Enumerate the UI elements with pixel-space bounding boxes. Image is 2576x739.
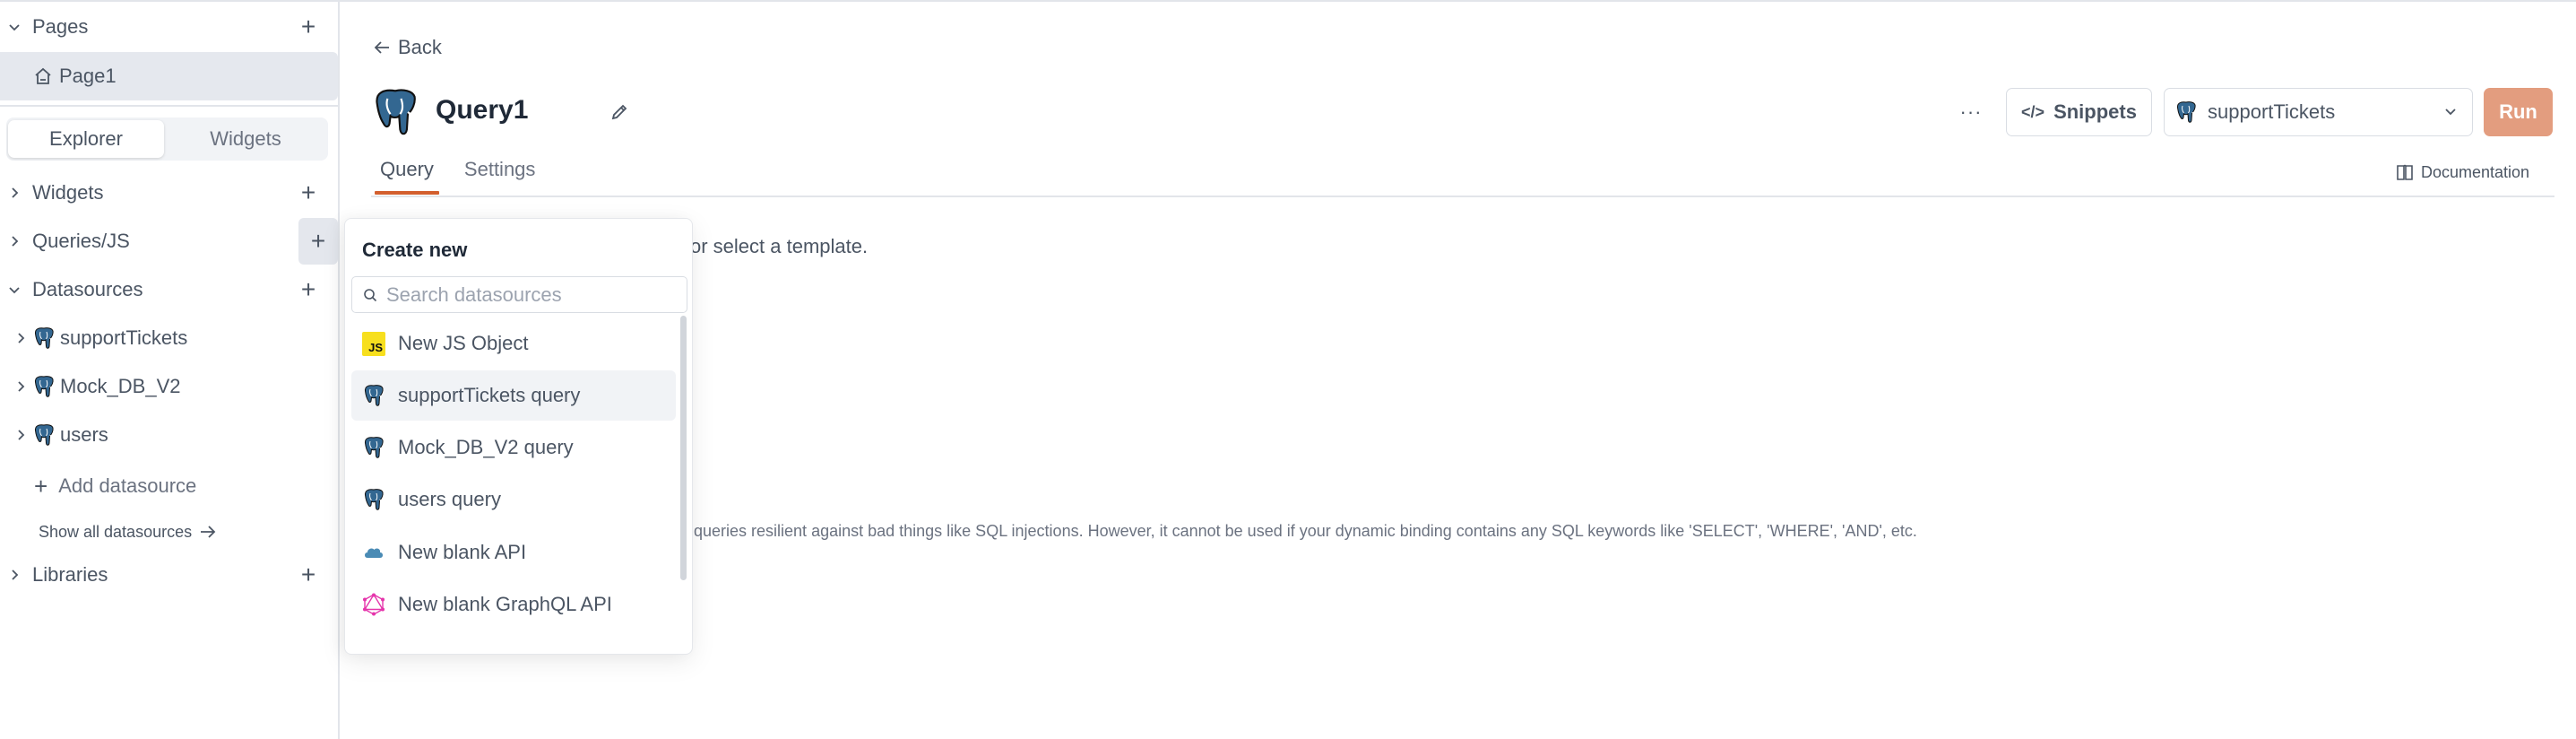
- tab-widgets[interactable]: Widgets: [164, 120, 327, 158]
- postgres-icon: [363, 488, 385, 511]
- add-datasource-label: Add datasource: [58, 474, 197, 497]
- datasource-select-value: supportTickets: [2208, 100, 2336, 123]
- postgres-icon: [371, 87, 419, 137]
- add-widget-button[interactable]: +: [290, 170, 327, 216]
- add-query-button[interactable]: +: [298, 218, 338, 265]
- postgres-icon: [2175, 100, 2197, 124]
- divider: [0, 105, 338, 107]
- tab-explorer[interactable]: Explorer: [8, 120, 164, 158]
- plus-icon: +: [34, 472, 48, 500]
- show-all-label: Show all datasources: [39, 522, 193, 541]
- query-tabs: Query Settings: [375, 152, 560, 196]
- datasource-select[interactable]: supportTickets: [2164, 88, 2473, 136]
- cloud-icon: [365, 548, 383, 558]
- explorer-widgets-toggle: Explorer Widgets: [6, 117, 328, 161]
- chevron-right-icon[interactable]: [7, 234, 22, 248]
- queries-section-header[interactable]: Queries/JS +: [0, 218, 338, 265]
- postgres-icon: [33, 423, 55, 447]
- chevron-right-icon[interactable]: [13, 428, 28, 442]
- item-label: supportTickets query: [398, 384, 581, 406]
- tabs-divider: [371, 196, 2554, 197]
- widgets-section-header[interactable]: Widgets +: [0, 170, 338, 216]
- top-border: [0, 0, 2576, 2]
- chevron-right-icon[interactable]: [13, 379, 28, 394]
- snippets-button[interactable]: </> Snippets: [2006, 88, 2152, 136]
- item-label: users query: [398, 488, 501, 510]
- datasource-item[interactable]: Mock_DB_V2: [0, 363, 338, 410]
- chevron-down-icon[interactable]: [7, 283, 22, 297]
- datasource-label: supportTickets: [60, 326, 188, 349]
- more-options-button[interactable]: ···: [1958, 99, 1984, 126]
- datasources-label: Datasources: [32, 278, 143, 300]
- prepared-statement-note: queries resilient against bad things lik…: [694, 522, 1917, 540]
- create-users-query[interactable]: users query: [351, 474, 676, 525]
- graphql-icon: [363, 593, 385, 616]
- arrow-right-icon: [201, 526, 216, 538]
- back-button[interactable]: Back: [373, 34, 442, 61]
- datasources-section-header[interactable]: Datasources +: [0, 266, 338, 313]
- js-icon: JS: [362, 331, 385, 356]
- item-label: New JS Object: [398, 332, 529, 354]
- create-new-js-object[interactable]: JS New JS Object: [351, 318, 676, 369]
- postgres-icon: [363, 384, 385, 407]
- tab-settings[interactable]: Settings: [459, 152, 541, 194]
- search-icon: [364, 288, 377, 301]
- book-icon: [2397, 164, 2413, 180]
- libraries-label: Libraries: [32, 563, 108, 586]
- add-datasource-link[interactable]: + Add datasource: [34, 463, 196, 509]
- pencil-icon[interactable]: [609, 102, 629, 122]
- create-mock-db-v2-query[interactable]: Mock_DB_V2 query: [351, 422, 676, 473]
- snippets-label: Snippets: [2053, 100, 2137, 123]
- tab-query[interactable]: Query: [375, 152, 439, 195]
- add-datasource-plus-button[interactable]: +: [290, 266, 327, 313]
- run-button[interactable]: Run: [2484, 88, 2553, 136]
- home-icon: [35, 67, 51, 84]
- search-datasources-field[interactable]: [351, 276, 687, 313]
- page-item-label: Page1: [59, 65, 117, 87]
- postgres-icon: [33, 326, 55, 350]
- chevron-right-icon[interactable]: [13, 331, 28, 345]
- item-label: New blank GraphQL API: [398, 593, 612, 615]
- item-label: New blank API: [398, 541, 527, 563]
- create-new-popover: Create new JS New JS Object supportTicke…: [344, 218, 693, 655]
- libraries-section-header[interactable]: Libraries +: [0, 552, 338, 598]
- back-label: Back: [398, 36, 442, 58]
- datasource-label: users: [60, 423, 108, 446]
- create-blank-api[interactable]: New blank API: [351, 527, 676, 578]
- widgets-label: Widgets: [32, 181, 104, 204]
- sidebar: Pages + Page1 Explorer Widgets Widgets +…: [0, 2, 340, 739]
- chevron-right-icon[interactable]: [7, 568, 22, 582]
- query-title[interactable]: Query1: [436, 95, 528, 126]
- documentation-link[interactable]: Documentation: [2396, 160, 2529, 185]
- popover-title: Create new: [362, 239, 468, 261]
- create-supporttickets-query[interactable]: supportTickets query: [351, 370, 676, 421]
- add-library-button[interactable]: +: [290, 552, 327, 598]
- pages-section-header[interactable]: Pages +: [0, 4, 338, 50]
- datasource-item[interactable]: users: [0, 412, 338, 458]
- postgres-icon: [363, 436, 385, 459]
- postgres-icon: [33, 375, 55, 398]
- create-blank-graphql-api[interactable]: New blank GraphQL API: [351, 579, 676, 630]
- popover-scrollbar[interactable]: [680, 316, 687, 580]
- chevron-down-icon: [2445, 109, 2456, 116]
- chevron-right-icon[interactable]: [7, 186, 22, 200]
- page-item-page1[interactable]: Page1: [0, 52, 338, 100]
- datasource-item[interactable]: supportTickets: [0, 315, 338, 361]
- search-datasources-input[interactable]: [386, 283, 673, 307]
- pages-label: Pages: [32, 15, 89, 38]
- create-new-list: JS New JS Object supportTickets query Mo…: [351, 316, 676, 654]
- add-page-button[interactable]: +: [290, 4, 327, 50]
- code-icon: </>: [2021, 102, 2045, 121]
- documentation-label: Documentation: [2421, 162, 2530, 181]
- empty-state-hint: or select a template.: [690, 235, 869, 257]
- item-label: Mock_DB_V2 query: [398, 436, 574, 458]
- queries-label: Queries/JS: [32, 230, 130, 252]
- show-all-datasources-link[interactable]: Show all datasources: [39, 516, 217, 548]
- arrow-left-icon: [374, 41, 389, 54]
- chevron-down-icon[interactable]: [7, 20, 22, 34]
- datasource-label: Mock_DB_V2: [60, 375, 181, 397]
